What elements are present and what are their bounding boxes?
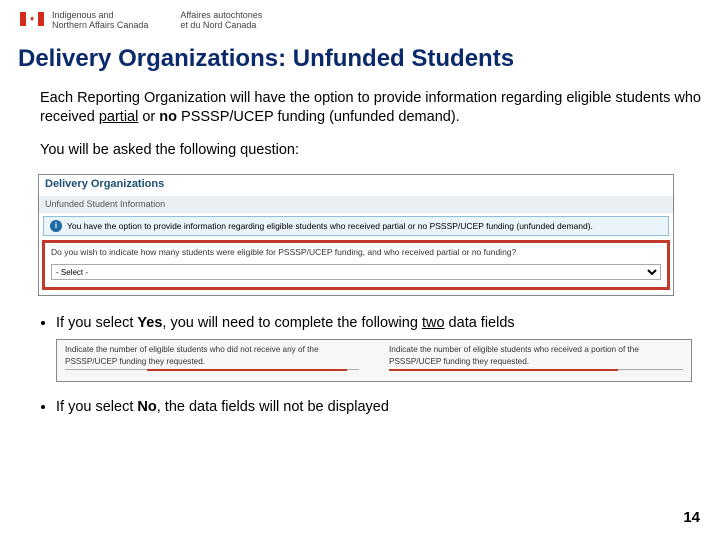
bullet-no: If you select No, the data fields will n… [56, 398, 702, 417]
word-no-2: No [137, 399, 156, 415]
field-received-portion: Indicate the number of eligible students… [389, 345, 683, 374]
question-text: Do you wish to indicate how many student… [51, 247, 661, 258]
gov-header: ♦ Indigenous and Northern Affairs Canada… [18, 10, 702, 31]
screenshot-question-panel: Delivery Organizations Unfunded Student … [38, 174, 674, 296]
info-text: You have the option to provide informati… [67, 221, 593, 232]
word-two: two [422, 315, 445, 331]
panel-subtitle: Unfunded Student Information [39, 196, 673, 214]
word-yes: Yes [137, 315, 162, 331]
info-banner: i You have the option to provide informa… [43, 216, 669, 236]
funding-question-select[interactable]: - Select - [51, 264, 661, 280]
dept-en-2: Northern Affairs Canada [52, 20, 148, 30]
field-not-receive: Indicate the number of eligible students… [65, 345, 359, 374]
underline-icon [389, 369, 618, 371]
word-no: no [159, 109, 177, 125]
dept-fr-2: et du Nord Canada [180, 20, 262, 30]
panel-title: Delivery Organizations [39, 175, 673, 196]
canada-flag-icon: ♦ [20, 12, 44, 26]
question-lead: You will be asked the following question… [40, 141, 702, 160]
screenshot-two-fields: Indicate the number of eligible students… [56, 339, 692, 382]
intro-paragraph: Each Reporting Organization will have th… [40, 89, 702, 127]
info-icon: i [50, 220, 62, 232]
underline-icon [147, 369, 347, 371]
department-name: Indigenous and Northern Affairs Canada A… [52, 10, 262, 31]
bullet-yes: If you select Yes, you will need to comp… [56, 314, 702, 382]
page-title: Delivery Organizations: Unfunded Student… [18, 45, 702, 73]
dept-en-1: Indigenous and [52, 10, 148, 20]
word-partial: partial [99, 109, 139, 125]
page-number: 14 [683, 509, 700, 526]
highlighted-question-box: Do you wish to indicate how many student… [42, 240, 670, 289]
dept-fr-1: Affaires autochtones [180, 10, 262, 20]
